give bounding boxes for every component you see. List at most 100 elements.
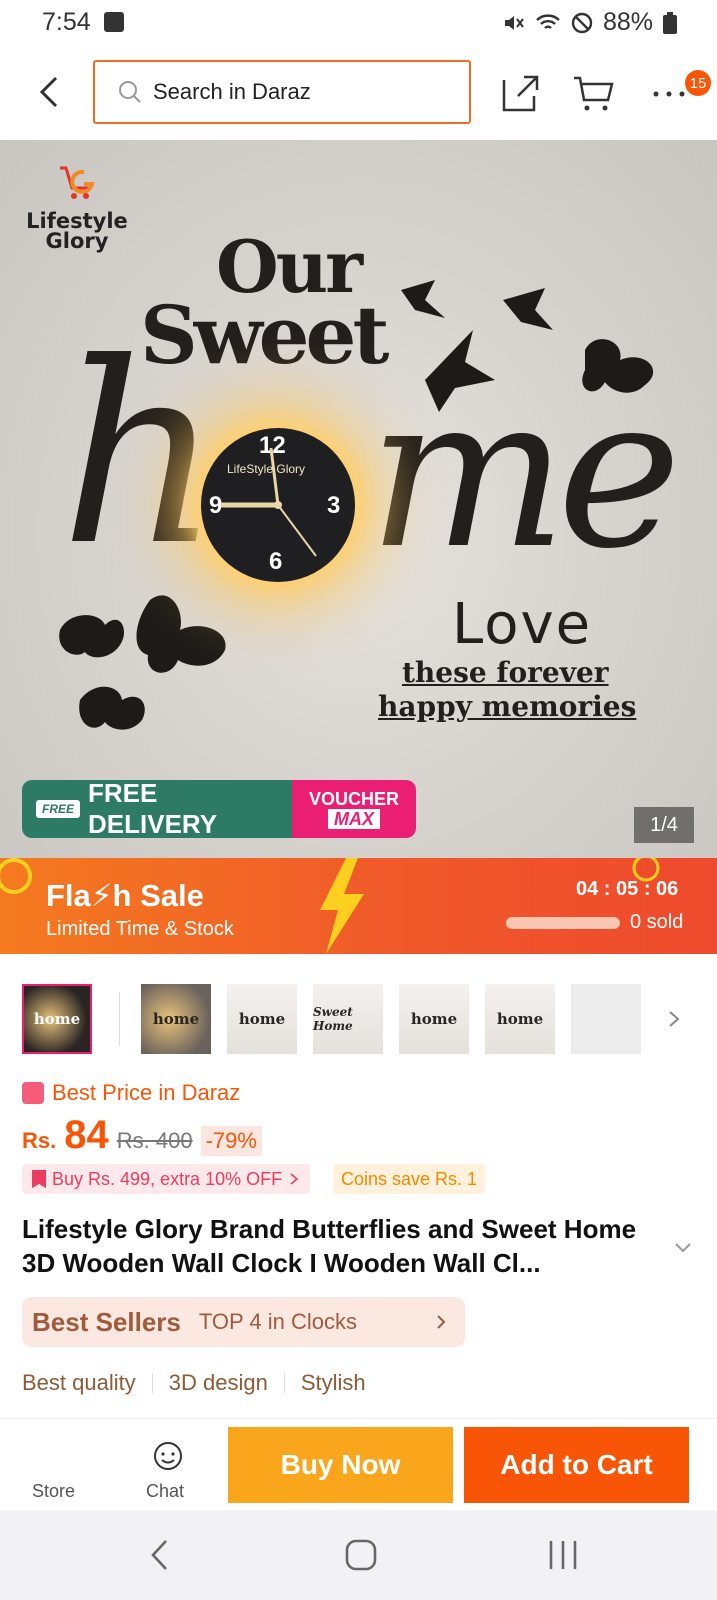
butterflies-decoration <box>59 595 226 730</box>
notification-badge: 15 <box>685 70 711 96</box>
brand-logo-line1: Lifestyle <box>26 209 128 233</box>
thumbnail-label: home <box>238 1010 286 1028</box>
store-label: Store <box>32 1481 76 1501</box>
product-title: Lifestyle Glory Brand Butterflies and Sw… <box>22 1214 637 1278</box>
bottom-action-bar: Store Chat Buy Now Add to Cart <box>0 1418 717 1511</box>
search-box[interactable]: Search in Daraz <box>93 60 471 124</box>
do-not-disturb-icon <box>571 12 593 33</box>
flash-sale-banner[interactable]: Fla⚡h Sale Limited Time & Stock 04 : 05 … <box>0 858 717 954</box>
status-icons: 88% <box>501 8 677 37</box>
voucher-line2: MAX <box>328 809 380 829</box>
thumbnail-label: home <box>496 1010 544 1028</box>
free-delivery-label: FREE DELIVERY <box>88 780 218 838</box>
thumbnail-3[interactable]: home <box>227 984 297 1054</box>
price-row: Rs. 84 Rs. 400 -79% <box>22 1113 262 1158</box>
birds-decoration <box>401 280 654 412</box>
tag-item: Stylish <box>300 1370 366 1395</box>
status-bar: 7:54 88% <box>0 0 717 46</box>
mute-icon <box>504 15 524 30</box>
clock-hands <box>221 447 317 557</box>
brand-logo: Lifestyle Glory <box>22 162 132 253</box>
more-icon[interactable] <box>648 72 690 114</box>
wifi-icon <box>536 13 560 29</box>
voucher-line1: VOUCHER <box>308 789 399 809</box>
coins-chip: Coins save Rs. 1 <box>333 1164 486 1194</box>
nav-recents-icon[interactable] <box>546 1538 580 1572</box>
thumbnail-divider <box>119 992 120 1046</box>
sold-count: 0 sold <box>630 911 684 933</box>
phrase-line1: these forever <box>402 656 609 689</box>
back-arrow-icon[interactable] <box>30 72 70 112</box>
thumbnail-1[interactable]: home <box>22 984 92 1054</box>
image-pager: 1/4 <box>634 807 694 843</box>
thumbnail-label: Sweet Home <box>313 1005 353 1033</box>
thumbnail-label: home <box>33 1010 81 1028</box>
search-placeholder: Search in Daraz <box>153 79 311 104</box>
wall-clock: LifeStyle Glory 12 3 6 9 <box>201 428 355 582</box>
buy-now-button[interactable]: Buy Now <box>228 1427 453 1503</box>
promo-label: Buy Rs. 499, extra 10% OFF <box>52 1168 283 1189</box>
battery-percent: 88% <box>602 8 653 36</box>
gallery-notification-icon <box>104 12 124 32</box>
battery-icon <box>663 11 677 34</box>
top-bar: Search in Daraz <box>0 48 717 140</box>
free-truck-badge: FREE <box>36 800 81 818</box>
tag-separator <box>283 1373 285 1393</box>
best-price-icon <box>22 1082 44 1104</box>
flash-sale-subtitle: Limited Time & Stock <box>46 918 234 940</box>
product-image[interactable]: Lifestyle Glory Our Sweet h me LifeStyle… <box>0 140 717 858</box>
free-delivery-banner: FREE FREE DELIVERY VOUCHER MAX <box>22 780 416 838</box>
tag-item: Best quality <box>22 1370 136 1395</box>
free-delivery-section: FREE FREE DELIVERY <box>22 780 292 838</box>
price-value: 84 <box>64 1113 109 1157</box>
system-nav-bar <box>0 1510 717 1600</box>
discount-badge: -79% <box>200 1126 262 1156</box>
chevron-right-icon <box>290 1173 299 1185</box>
search-icon <box>119 81 141 103</box>
cart-icon[interactable] <box>572 72 614 114</box>
brand-logo-line2: Glory <box>45 229 109 253</box>
chevron-down-icon[interactable] <box>672 1236 694 1258</box>
add-to-cart-button[interactable]: Add to Cart <box>464 1427 689 1503</box>
original-price: Rs. 400 <box>116 1128 193 1153</box>
nav-back-icon[interactable] <box>148 1538 172 1572</box>
best-price-label: Best Price in Daraz <box>52 1080 241 1105</box>
chat-label: Chat <box>146 1481 185 1501</box>
voucher-icon <box>32 1170 46 1188</box>
chevron-right-icon <box>437 1315 446 1329</box>
thumbnail-2[interactable]: home <box>141 984 211 1054</box>
best-sellers-banner[interactable]: Best Sellers TOP 4 in Clocks <box>22 1297 465 1347</box>
thumbnail-strip: home home home Sweet Home home home <box>22 984 702 1056</box>
best-sellers-label: Best Sellers <box>32 1306 181 1337</box>
tag-item: 3D design <box>168 1370 268 1395</box>
word-love: Love <box>452 592 593 657</box>
status-time: 7:54 <box>42 8 91 36</box>
price-currency: Rs. <box>22 1128 57 1153</box>
chat-icon <box>154 1442 182 1470</box>
thumbnail-6[interactable]: home <box>485 984 555 1054</box>
cart-logo-icon <box>60 166 95 199</box>
voucher-max-section: VOUCHER MAX <box>292 780 416 838</box>
thumbnail-5[interactable]: home <box>399 984 469 1054</box>
word-h: h <box>60 309 222 600</box>
promo-chip[interactable]: Buy Rs. 499, extra 10% OFF <box>22 1164 311 1194</box>
tag-separator <box>151 1373 153 1393</box>
chat-button[interactable]: Chat <box>135 1419 205 1511</box>
chevron-right-icon[interactable] <box>664 1008 684 1030</box>
phrase-line2: happy memories <box>378 690 637 723</box>
thumbnail-label: home <box>410 1010 458 1028</box>
lightning-icon <box>320 858 364 954</box>
best-price-row: Best Price in Daraz <box>22 1080 240 1106</box>
share-icon[interactable] <box>500 72 542 114</box>
thumbnail-7[interactable] <box>571 984 641 1054</box>
flash-sale-countdown: 04 : 05 : 06 <box>576 878 679 900</box>
best-sellers-rank: TOP 4 in Clocks <box>198 1309 358 1334</box>
store-button[interactable]: Store <box>22 1419 92 1511</box>
nav-home-icon[interactable] <box>344 1538 378 1572</box>
thumbnail-label: home <box>152 1010 200 1028</box>
product-tags: Best quality 3D design Stylish <box>22 1370 366 1396</box>
thumbnail-4[interactable]: Sweet Home <box>313 984 383 1054</box>
alarm-icon <box>0 858 32 894</box>
sold-progress-bar <box>506 917 620 929</box>
flash-sale-title: Fla⚡h Sale <box>46 878 204 913</box>
